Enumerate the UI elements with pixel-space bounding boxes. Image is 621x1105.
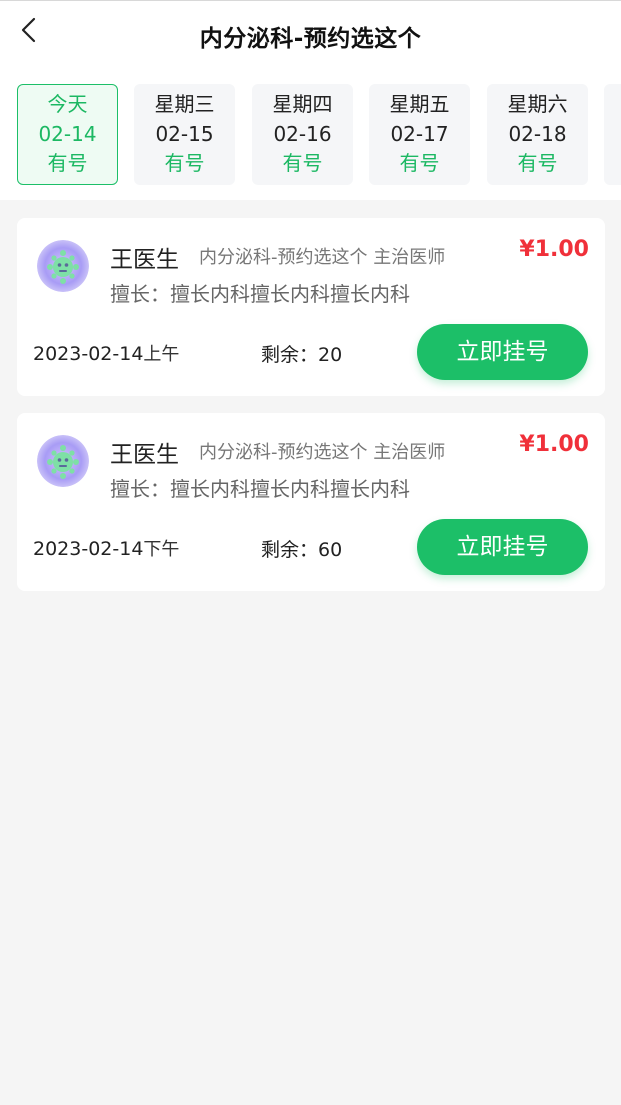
price: ¥1.00 bbox=[519, 237, 589, 262]
date-tab-weekday: 星期四 bbox=[272, 92, 333, 116]
date-tab-date: 02-17 bbox=[390, 122, 449, 146]
book-now-button[interactable]: 立即挂号 bbox=[417, 519, 588, 575]
date-tab-status: 有号 bbox=[282, 151, 323, 175]
doctor-department-title: 内分泌科-预约选这个 主治医师 bbox=[199, 247, 446, 268]
date-tab-4[interactable]: 星期六 02-18 有号 bbox=[487, 84, 588, 185]
date-tab-weekday: 今天 bbox=[47, 92, 88, 116]
doctor-specialty: 擅长：擅长内科擅长内科擅长内科 bbox=[110, 477, 410, 501]
date-tab-weekday: 星期五 bbox=[389, 92, 450, 116]
date-tab-1[interactable]: 星期三 02-15 有号 bbox=[134, 84, 235, 185]
avatar bbox=[37, 240, 89, 292]
remaining-count: 剩余：20 bbox=[261, 340, 342, 367]
date-tab-date: 02-18 bbox=[508, 122, 567, 146]
date-tab-3[interactable]: 星期五 02-17 有号 bbox=[369, 84, 470, 185]
price: ¥1.00 bbox=[519, 432, 589, 457]
avatar bbox=[37, 435, 89, 487]
slot-period: 上午 bbox=[143, 344, 180, 365]
doctor-slot-card: 王医生 内分泌科-预约选这个 主治医师 ¥1.00 擅长：擅长内科擅长内科擅长内… bbox=[17, 413, 605, 591]
slot-date: 2023-02-14 bbox=[33, 538, 144, 560]
slot-time: 2023-02-14上午 bbox=[33, 340, 179, 366]
doctor-name: 王医生 bbox=[110, 247, 179, 273]
slot-time: 2023-02-14下午 bbox=[33, 535, 179, 561]
doctor-avatar-icon bbox=[37, 240, 89, 292]
date-tab-5-partial[interactable] bbox=[604, 84, 621, 185]
date-tab-date: 02-16 bbox=[273, 122, 332, 146]
date-tab-status: 有号 bbox=[517, 151, 558, 175]
book-now-button[interactable]: 立即挂号 bbox=[417, 324, 588, 380]
date-tab-date: 02-14 bbox=[38, 122, 97, 146]
slot-period: 下午 bbox=[143, 539, 180, 560]
date-tab-weekday: 星期三 bbox=[154, 92, 215, 116]
doctor-department-title: 内分泌科-预约选这个 主治医师 bbox=[199, 442, 446, 463]
date-tab-status: 有号 bbox=[47, 151, 88, 175]
date-tab-date: 02-15 bbox=[155, 122, 214, 146]
doctor-slot-card: 王医生 内分泌科-预约选这个 主治医师 ¥1.00 擅长：擅长内科擅长内科擅长内… bbox=[17, 218, 605, 396]
doctor-avatar-icon bbox=[37, 435, 89, 487]
remaining-count: 剩余：60 bbox=[261, 535, 342, 562]
date-tab-status: 有号 bbox=[399, 151, 440, 175]
slot-date: 2023-02-14 bbox=[33, 343, 144, 365]
date-tab-weekday: 星期六 bbox=[507, 92, 568, 116]
remaining-label: 剩余： bbox=[261, 344, 319, 366]
date-selector: 今天 02-14 有号 星期三 02-15 有号 星期四 02-16 有号 星期… bbox=[0, 66, 621, 200]
remaining-value: 60 bbox=[318, 539, 343, 561]
date-tab-status: 有号 bbox=[164, 151, 205, 175]
page-title: 内分泌科-预约选这个 bbox=[199, 26, 422, 52]
doctor-specialty: 擅长：擅长内科擅长内科擅长内科 bbox=[110, 282, 410, 306]
top-nav-bar: 内分泌科-预约选这个 bbox=[0, 0, 621, 66]
remaining-value: 20 bbox=[318, 344, 343, 366]
date-tab-2[interactable]: 星期四 02-16 有号 bbox=[252, 84, 353, 185]
date-tab-0[interactable]: 今天 02-14 有号 bbox=[17, 84, 118, 185]
remaining-label: 剩余： bbox=[261, 539, 319, 561]
doctor-name: 王医生 bbox=[110, 442, 179, 468]
